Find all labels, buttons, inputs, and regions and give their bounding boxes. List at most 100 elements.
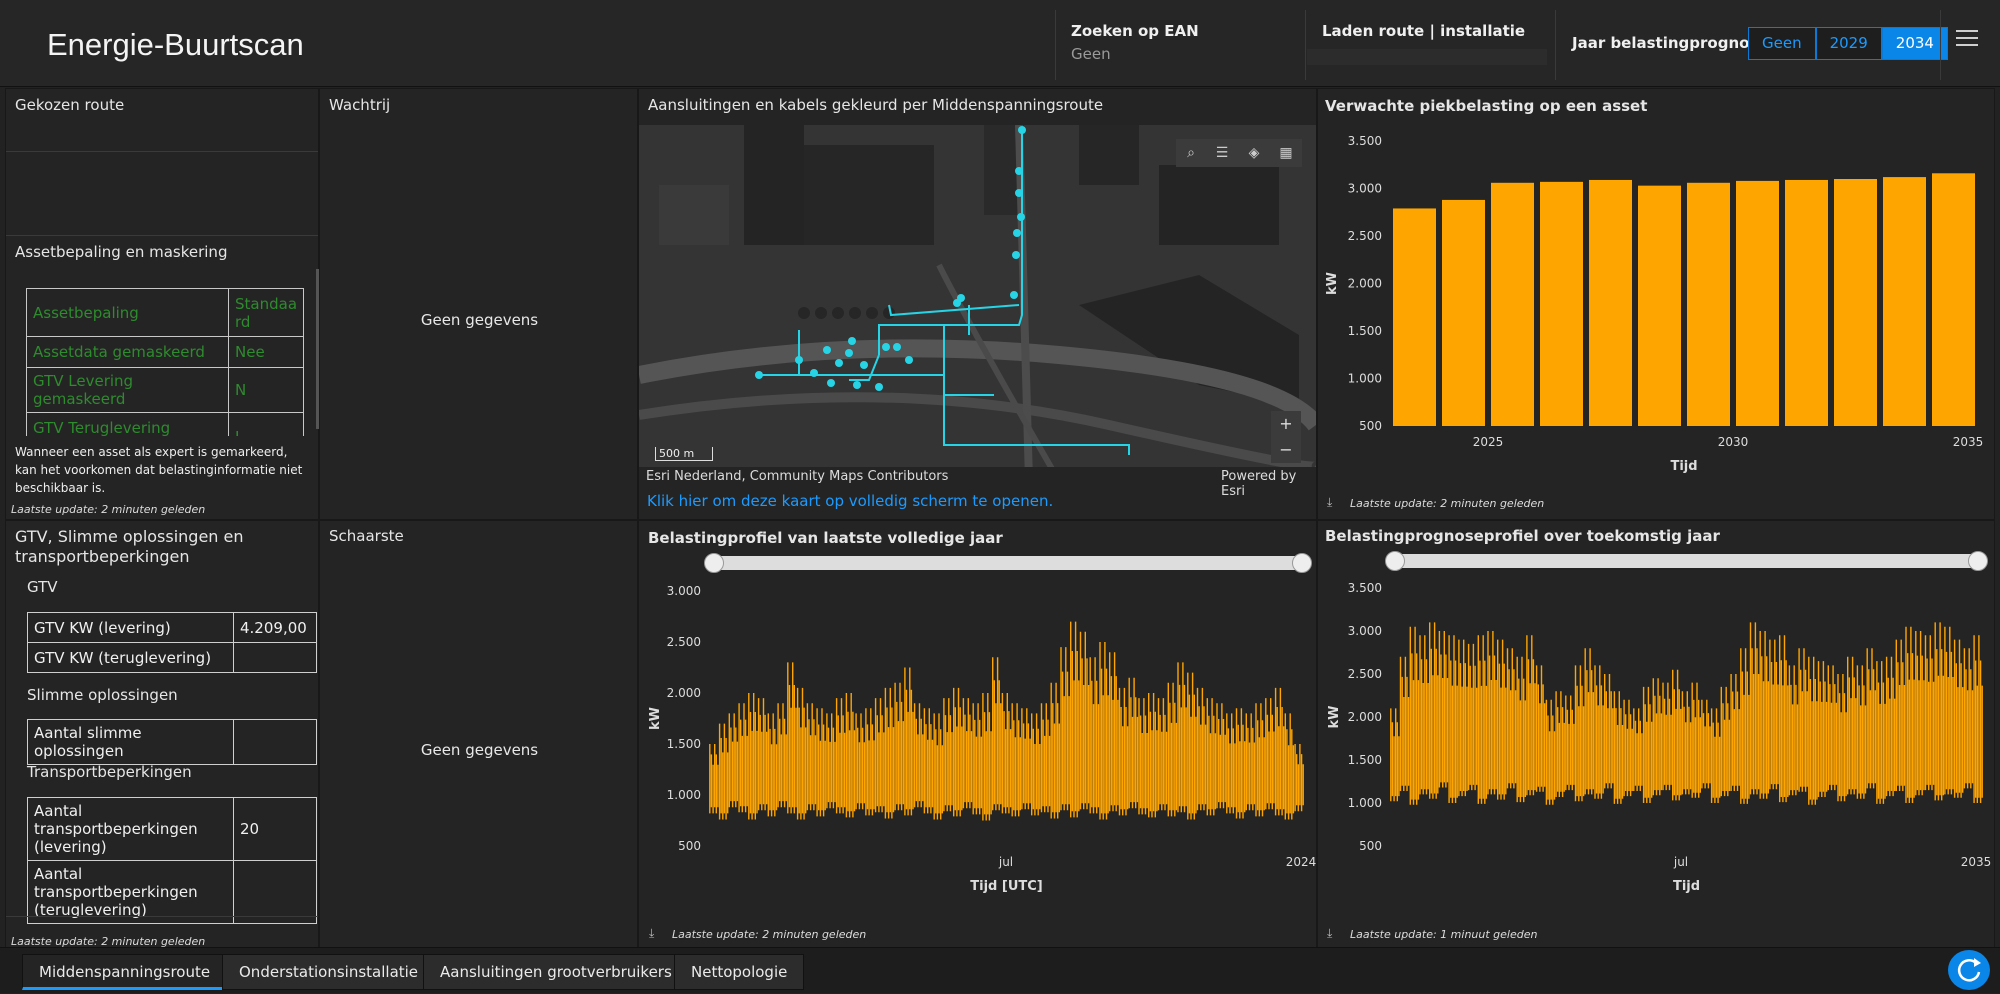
slider-handle-start[interactable]	[1385, 551, 1405, 571]
slider-handle-start[interactable]	[704, 553, 724, 573]
bar	[1785, 179, 1828, 426]
series-bar	[1779, 635, 1789, 803]
time-range-slider[interactable]	[712, 556, 1304, 570]
list-icon[interactable]: ☰	[1206, 139, 1238, 167]
series-bar	[826, 713, 836, 809]
basemap-icon[interactable]: ▦	[1270, 139, 1302, 167]
series-bar	[1177, 662, 1187, 813]
year-option-2029[interactable]: 2029	[1815, 27, 1882, 60]
hamburger-menu-icon[interactable]	[1956, 30, 1978, 50]
series-bar	[943, 698, 953, 812]
x-tick-label: 2035	[1953, 435, 1984, 449]
series-bar	[1798, 648, 1808, 792]
series-bar	[1691, 682, 1701, 798]
y-tick-label: 500	[1359, 839, 1382, 853]
series-bar	[1701, 699, 1711, 789]
search-icon[interactable]: ⌕	[1176, 139, 1206, 167]
series-bar	[1196, 687, 1207, 811]
table-row: GTV KW (teruglevering)	[27, 642, 317, 673]
gtv-table: GTV KW (levering) 4.209,00 GTV KW (terugl…	[27, 612, 317, 673]
gtv-heading: GTV	[27, 578, 58, 596]
table-row: Aantal slimme oplossingen	[27, 719, 317, 765]
ean-search-value[interactable]: Geen	[1071, 45, 1111, 63]
series-bar	[1623, 699, 1633, 797]
powered-by-esri[interactable]: Powered by Esri	[1221, 469, 1316, 499]
series-bar	[1895, 639, 1906, 791]
zoom-in-button[interactable]: +	[1271, 411, 1301, 437]
series-bar	[806, 703, 817, 811]
fullscreen-map-link[interactable]: Klik hier om deze kaart op volledig sche…	[647, 492, 1053, 510]
map-canvas[interactable]	[639, 125, 1316, 481]
layers-icon[interactable]: ◈	[1238, 139, 1270, 167]
queue-no-data: Geen gegevens	[420, 311, 539, 329]
series-bar	[1565, 695, 1575, 791]
bar	[1393, 208, 1436, 426]
slider-handle-end[interactable]	[1968, 551, 1988, 571]
series-bar	[1924, 635, 1935, 791]
map-title: Aansluitingen en kabels gekleurd per Mid…	[648, 96, 1104, 114]
y-tick-label: 2.500	[667, 635, 701, 649]
series-bar	[874, 698, 885, 813]
series-bar	[1555, 691, 1565, 797]
slider-handle-end[interactable]	[1292, 553, 1312, 573]
download-icon[interactable]: ⤓	[1327, 926, 1332, 941]
load-profile-chart: 500 1.000 1.500 2.000 2.500 3.000 jul 2024 Tijd …	[648, 584, 1316, 894]
table-row: GTV Levering gemaskeerd N	[26, 367, 304, 413]
route-loader-input[interactable]	[1307, 49, 1547, 65]
transport-table: Aantal transportbeperkingen (levering) 20…	[27, 797, 317, 924]
series-bar	[1759, 631, 1769, 799]
series-bar	[1642, 686, 1653, 803]
series-bar	[1284, 713, 1295, 820]
map-view[interactable]: ⌕ ☰ ◈ ▦ + − 500 m	[639, 125, 1316, 481]
series-bar	[1167, 682, 1178, 817]
series-bar	[1157, 698, 1168, 811]
series-bar	[1148, 693, 1158, 818]
series-bar	[709, 744, 719, 814]
download-icon[interactable]: ⤓	[649, 926, 654, 941]
series-bar	[1011, 703, 1021, 817]
smart-solutions-heading: Slimme oplossingen	[27, 686, 178, 704]
series-bar	[816, 708, 826, 817]
series-bar	[1438, 631, 1449, 788]
series-bar	[1817, 661, 1828, 797]
time-range-slider[interactable]	[1394, 554, 1980, 568]
scarcity-panel: Schaarste Geen gegevens	[319, 520, 638, 950]
series-bar	[1001, 693, 1012, 814]
scale-label: 500 m	[659, 447, 695, 460]
tab-middenspanningsroute[interactable]: Middenspanningsroute	[22, 954, 228, 990]
year-option-2034[interactable]: 2034	[1881, 27, 1948, 60]
y-tick-label: 1.500	[1348, 753, 1382, 767]
download-icon[interactable]: ⤓	[1327, 495, 1332, 510]
series-bar	[982, 693, 992, 821]
refresh-button[interactable]	[1948, 950, 1990, 990]
series-bar	[767, 713, 778, 817]
series-bar	[1662, 682, 1672, 791]
y-tick-label: 3.500	[1348, 134, 1382, 148]
series-bar	[1710, 708, 1721, 803]
year-option-geen[interactable]: Geen	[1748, 27, 1816, 60]
peak-load-title: Verwachte piekbelasting op een asset	[1325, 97, 1648, 115]
y-axis-label: kW	[1325, 272, 1340, 295]
series-bar	[1235, 708, 1246, 819]
series-bar	[1079, 631, 1090, 810]
series-bar	[923, 708, 934, 814]
series-bar	[1633, 708, 1643, 791]
series-bar	[748, 693, 758, 820]
last-update: Laatste update: 2 minuten geleden	[672, 928, 867, 941]
series-bar	[1516, 656, 1526, 803]
y-axis-label: kW	[648, 707, 663, 730]
y-tick-label: 3.000	[667, 584, 701, 598]
divider	[6, 151, 318, 152]
tab-nettopologie[interactable]: Nettopologie	[674, 954, 805, 990]
gtv-panel: GTV, Slimme oplossingen en transportbepe…	[5, 520, 319, 950]
bar	[1687, 182, 1730, 426]
divider	[6, 916, 318, 917]
tab-onderstationsinstallatie[interactable]: Onderstationsinstallatie	[222, 954, 436, 990]
tab-aansluitingen-grootverbruikers[interactable]: Aansluitingen grootverbruikers	[423, 954, 689, 990]
y-tick-label: 2.500	[1348, 667, 1382, 681]
zoom-out-button[interactable]: −	[1271, 437, 1301, 463]
divider	[1940, 10, 1941, 80]
y-tick-label: 3.500	[1348, 581, 1382, 595]
queue-title: Wachtrij	[329, 96, 391, 114]
route-loader-label: Laden route | installatie	[1322, 22, 1526, 40]
